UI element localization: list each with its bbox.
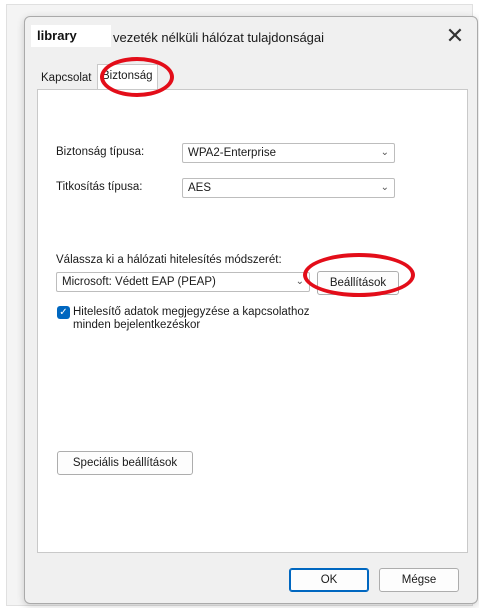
auth-method-label: Válassza ki a hálózati hitelesítés módsz… xyxy=(56,254,282,266)
encryption-type-value: AES xyxy=(188,182,212,194)
encryption-type-label: Titkosítás típusa: xyxy=(56,181,143,193)
tab-security[interactable]: Biztonság xyxy=(97,64,158,90)
security-type-value: WPA2-Enterprise xyxy=(188,147,276,159)
settings-button[interactable]: Beállítások xyxy=(317,271,399,295)
chevron-down-icon: ⌄ xyxy=(380,147,389,158)
remember-credentials-checkbox[interactable]: ✓ xyxy=(57,306,70,319)
tab-connection[interactable]: Kapcsolat xyxy=(41,67,92,89)
chevron-down-icon: ⌄ xyxy=(295,276,304,287)
close-icon[interactable]: ✕ xyxy=(441,23,469,51)
security-type-label: Biztonság típusa: xyxy=(56,146,145,158)
security-type-dropdown[interactable]: WPA2-Enterprise ⌄ xyxy=(182,143,395,163)
auth-method-dropdown[interactable]: Microsoft: Védett EAP (PEAP) ⌄ xyxy=(56,272,310,292)
ok-button[interactable]: OK xyxy=(289,568,369,592)
network-name-label: library xyxy=(31,25,111,47)
dialog-title: vezeték nélküli hálózat tulajdonságai xyxy=(113,30,325,45)
title-bar: library vezeték nélküli hálózat tulajdon… xyxy=(25,17,477,57)
security-tab-panel: Biztonság típusa: WPA2-Enterprise ⌄ Titk… xyxy=(37,89,468,553)
network-properties-dialog: library vezeték nélküli hálózat tulajdon… xyxy=(24,16,478,604)
remember-credentials-label: Hitelesítő adatok megjegyzése a kapcsola… xyxy=(73,306,310,331)
auth-method-value: Microsoft: Védett EAP (PEAP) xyxy=(62,276,216,288)
chevron-down-icon: ⌄ xyxy=(380,182,389,193)
advanced-settings-button[interactable]: Speciális beállítások xyxy=(57,451,193,475)
checkmark-icon: ✓ xyxy=(59,307,68,318)
encryption-type-dropdown[interactable]: AES ⌄ xyxy=(182,178,395,198)
cancel-button[interactable]: Mégse xyxy=(379,568,459,592)
